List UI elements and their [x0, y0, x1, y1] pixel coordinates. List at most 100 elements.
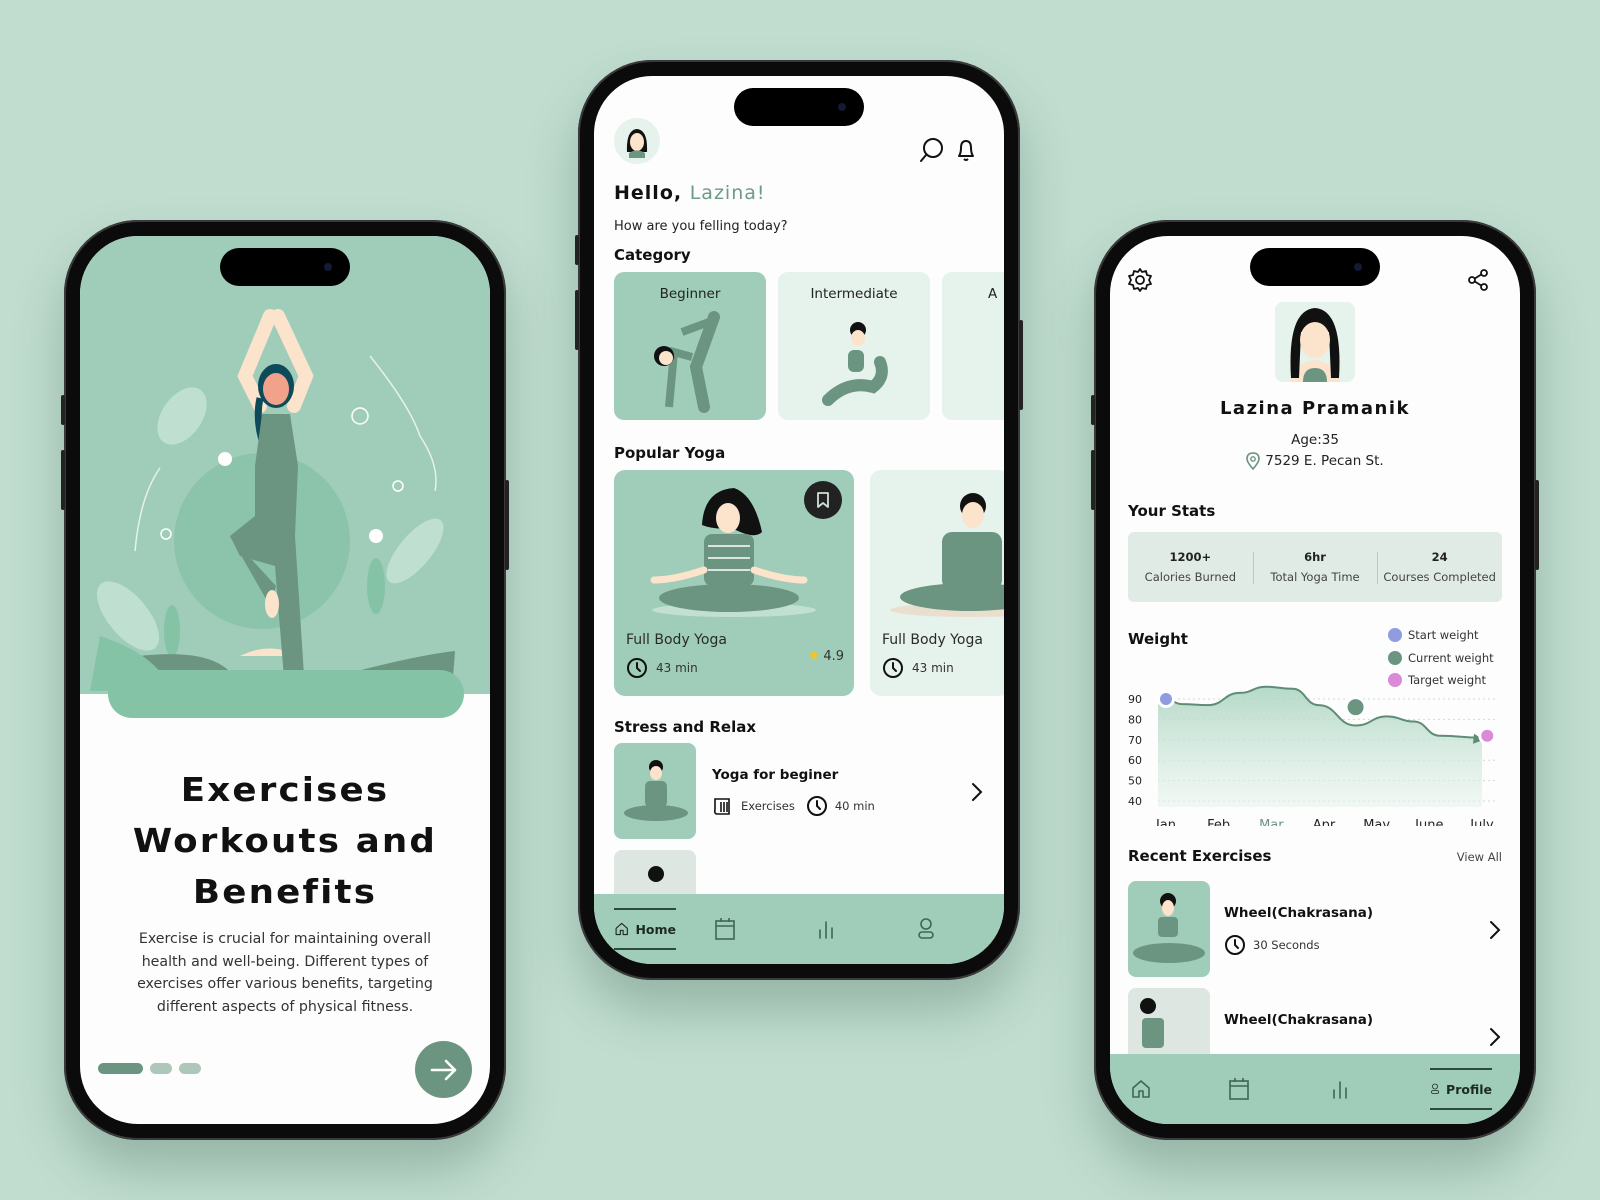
popular-yoga-card[interactable]: Full Body Yoga 43 min — [870, 470, 1004, 696]
stat-value: 24 — [1431, 550, 1448, 564]
profile-name: Lazina Pramanik — [1219, 398, 1411, 419]
legend-label: Start weight — [1408, 628, 1479, 643]
nav-stats[interactable] — [816, 894, 836, 964]
y-tick-label: 90 — [1128, 693, 1142, 706]
phone-onboarding: Exercises Workouts and Benefits Exercise… — [61, 220, 509, 1140]
greeting-subtitle: How are you felling today? — [614, 219, 788, 234]
x-tick-label: Jan — [1155, 818, 1176, 826]
nav-label: Profile — [1446, 1081, 1492, 1097]
nav-home[interactable]: Home — [614, 894, 676, 964]
chevron-right-icon[interactable] — [1488, 919, 1502, 941]
exercise-thumbnail — [614, 743, 696, 839]
category-card-beginner[interactable]: Beginner — [614, 272, 766, 420]
x-tick-label: July — [1469, 818, 1494, 826]
bookmark-button[interactable] — [804, 481, 842, 519]
exercise-duration: 30 Seconds — [1253, 938, 1320, 952]
marker-current-weight — [1347, 699, 1364, 716]
exercise-title: Wheel(Chakrasana) — [1224, 905, 1374, 921]
marker-target-weight — [1481, 729, 1494, 742]
arrow-right-icon — [430, 1059, 456, 1080]
star-icon: ★ — [807, 648, 821, 664]
stat-value: 6hr — [1304, 550, 1326, 564]
stats-panel: 1200+ Calories Burned 6hr Total Yoga Time … — [1128, 532, 1502, 602]
yoga-duration: 43 min — [882, 657, 954, 679]
yoga-illustration — [80, 236, 490, 694]
next-button[interactable] — [415, 1041, 472, 1098]
legend-dot — [1388, 628, 1402, 643]
bottom-nav: Profile — [1110, 1054, 1520, 1124]
nav-calendar[interactable] — [714, 894, 736, 964]
list-item[interactable]: Yoga for beginer Exercises 40 min — [614, 743, 984, 839]
user-icon — [1431, 1083, 1439, 1094]
popular-yoga-card[interactable]: Full Body Yoga 43 min ★ 4.9 — [614, 470, 854, 696]
exercise-title: Yoga for beginer — [712, 767, 839, 783]
title-line: Benefits — [192, 872, 378, 911]
exercise-duration: 40 min — [834, 799, 875, 813]
nav-home[interactable] — [1130, 1054, 1152, 1124]
x-tick-label: Feb — [1207, 818, 1230, 826]
chevron-right-icon[interactable] — [970, 781, 984, 803]
home-icon — [615, 922, 628, 936]
view-all-link[interactable]: View All — [1457, 850, 1502, 864]
greeting-name: Lazina! — [689, 182, 766, 204]
bookmark-icon — [817, 492, 829, 508]
weight-chart: 90 80 70 60 50 40 Jan Feb Mar Apr May June July — [1128, 685, 1497, 826]
duration-text: 43 min — [912, 661, 954, 675]
profile-address: 7529 E. Pecan St. — [1110, 452, 1520, 470]
stat-label: Total Yoga Time — [1270, 570, 1360, 584]
avatar[interactable] — [614, 118, 660, 164]
popular-yoga-title: Popular Yoga — [614, 444, 726, 462]
category-card-intermediate[interactable]: Intermediate — [778, 272, 930, 420]
y-tick-label: 50 — [1128, 775, 1142, 788]
onboarding-description: Exercise is crucial for maintaining over… — [137, 931, 433, 1015]
nav-profile[interactable] — [916, 894, 936, 964]
nav-label: Home — [635, 921, 676, 937]
home-icon — [1132, 1080, 1150, 1098]
x-tick-label: June — [1414, 818, 1443, 826]
category-card-advanced[interactable]: A — [942, 272, 1004, 420]
exercise-title: Wheel(Chakrasana) — [1224, 1012, 1374, 1028]
meditation-illustration — [890, 493, 1004, 617]
phone-home: Hello, Lazina! How are you felling today… — [575, 60, 1023, 980]
gear-icon[interactable] — [1126, 266, 1154, 294]
greeting: Hello, Lazina! — [614, 182, 766, 204]
page-dot[interactable] — [179, 1063, 201, 1074]
your-stats-title: Your Stats — [1128, 502, 1216, 520]
nav-profile[interactable]: Profile — [1430, 1054, 1492, 1124]
dynamic-island — [220, 248, 350, 286]
bottom-nav: Home — [594, 894, 1004, 964]
recent-exercises-title: Recent Exercises — [1128, 847, 1272, 865]
exercise-thumbnail — [1128, 881, 1210, 977]
bell-icon[interactable] — [952, 136, 980, 164]
phone-profile: Lazina Pramanik Age:35 7529 E. Pecan St.… — [1091, 220, 1539, 1140]
list-item[interactable]: Wheel(Chakrasana) 30 Seconds — [1128, 881, 1502, 977]
title-line: Exercises — [180, 770, 390, 809]
exercise-meta: 30 Seconds — [1224, 934, 1320, 956]
stat-value: 1200+ — [1169, 550, 1212, 564]
x-tick-label: Mar — [1259, 818, 1284, 826]
calendar-icon — [715, 918, 735, 940]
share-icon[interactable] — [1466, 268, 1490, 292]
chart-title: Weight — [1128, 630, 1188, 648]
y-tick-label: 80 — [1128, 713, 1142, 726]
page-dot[interactable] — [150, 1063, 172, 1074]
clock-icon — [627, 658, 647, 678]
yoga-title: Full Body Yoga — [626, 632, 727, 648]
yoga-mat — [108, 670, 464, 718]
stats-icon — [1333, 1081, 1347, 1099]
search-icon[interactable] — [918, 136, 946, 164]
profile-age: Age:35 — [1291, 432, 1339, 448]
rating: ★ 4.9 — [808, 648, 844, 664]
yoga-title: Full Body Yoga — [882, 632, 983, 648]
chevron-right-icon[interactable] — [1488, 1026, 1502, 1048]
home-screen: Hello, Lazina! How are you felling today… — [594, 76, 1004, 964]
nav-calendar[interactable] — [1228, 1054, 1250, 1124]
profile-screen: Lazina Pramanik Age:35 7529 E. Pecan St.… — [1110, 236, 1520, 1124]
y-tick-label: 60 — [1128, 754, 1142, 767]
page-dot-active[interactable] — [98, 1063, 143, 1074]
user-icon — [918, 918, 934, 939]
profile-avatar[interactable] — [1275, 302, 1355, 382]
page-indicator — [98, 1063, 201, 1074]
clock-icon — [1225, 935, 1245, 955]
nav-stats[interactable] — [1330, 1054, 1350, 1124]
